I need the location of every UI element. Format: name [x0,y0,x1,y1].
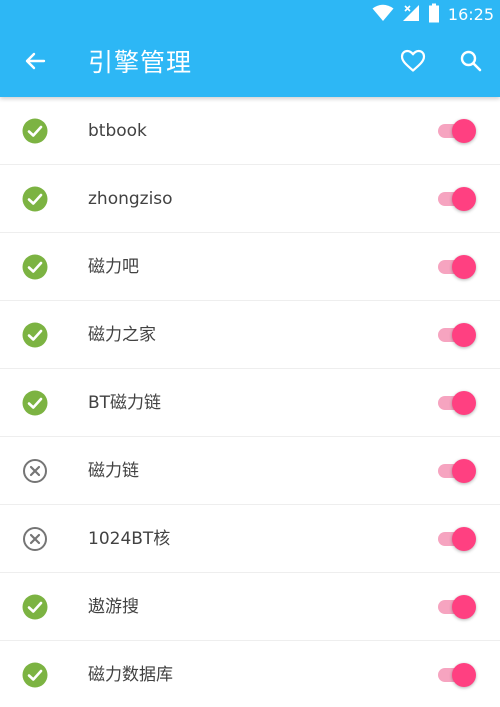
engine-toggle-switch[interactable] [436,185,478,213]
back-button[interactable] [14,42,56,84]
engine-name: 1024BT核 [88,529,171,549]
x-circle-icon [22,458,48,484]
engine-name: 磁力吧 [88,257,139,277]
heart-outline-icon [400,49,426,77]
toolbar: 引擎管理 [0,30,500,97]
check-circle-icon [22,186,48,212]
check-circle-icon [22,390,48,416]
wifi-icon [372,4,394,26]
engine-row[interactable]: btbook [0,97,500,165]
engine-toggle-switch[interactable] [436,593,478,621]
switch-thumb [452,323,476,347]
engine-row[interactable]: 磁力之家 [0,301,500,369]
check-circle-icon [22,254,48,280]
status-time: 16:25 [447,5,494,24]
switch-thumb [452,595,476,619]
status-icons: 16:25 [372,3,494,27]
check-circle-icon [22,662,48,688]
engine-name: 磁力之家 [88,325,156,345]
favorite-button[interactable] [392,42,434,84]
screen: 16:25 引擎管理 btbook zhongziso 磁力吧 磁力之家 BT磁… [0,0,500,707]
engine-row[interactable]: zhongziso [0,165,500,233]
switch-thumb [452,119,476,143]
switch-thumb [452,187,476,211]
engine-name: 磁力链 [88,461,139,481]
engine-name: 磁力数据库 [88,665,173,685]
engine-row[interactable]: BT磁力链 [0,369,500,437]
engine-toggle-switch[interactable] [436,321,478,349]
engine-row[interactable]: 1024BT核 [0,505,500,573]
engine-toggle-switch[interactable] [436,117,478,145]
arrow-left-icon [23,49,47,77]
engine-toggle-switch[interactable] [436,389,478,417]
engine-toggle-switch[interactable] [436,661,478,689]
x-circle-icon [22,526,48,552]
check-circle-icon [22,118,48,144]
switch-thumb [452,527,476,551]
engine-row[interactable]: 磁力吧 [0,233,500,301]
engine-name: btbook [88,121,147,141]
engine-row[interactable]: 遨游搜 [0,573,500,641]
status-bar: 16:25 [0,0,500,30]
switch-thumb [452,255,476,279]
engine-toggle-switch[interactable] [436,525,478,553]
engine-toggle-switch[interactable] [436,457,478,485]
engine-name: BT磁力链 [88,393,162,413]
check-circle-icon [22,594,48,620]
cell-signal-icon [402,4,420,26]
page-title: 引擎管理 [88,48,193,77]
search-icon [459,49,483,77]
engine-row[interactable]: 磁力数据库 [0,641,500,707]
battery-icon [428,3,440,27]
engine-row[interactable]: 磁力链 [0,437,500,505]
app-bar: 16:25 引擎管理 [0,0,500,97]
engine-list: btbook zhongziso 磁力吧磁力之家 BT磁力链磁力链 1024BT核 遨游搜… [0,97,500,707]
search-button[interactable] [450,42,492,84]
check-circle-icon [22,322,48,348]
engine-name: zhongziso [88,189,173,209]
switch-thumb [452,391,476,415]
switch-thumb [452,663,476,687]
switch-thumb [452,459,476,483]
engine-name: 遨游搜 [88,597,139,617]
engine-toggle-switch[interactable] [436,253,478,281]
